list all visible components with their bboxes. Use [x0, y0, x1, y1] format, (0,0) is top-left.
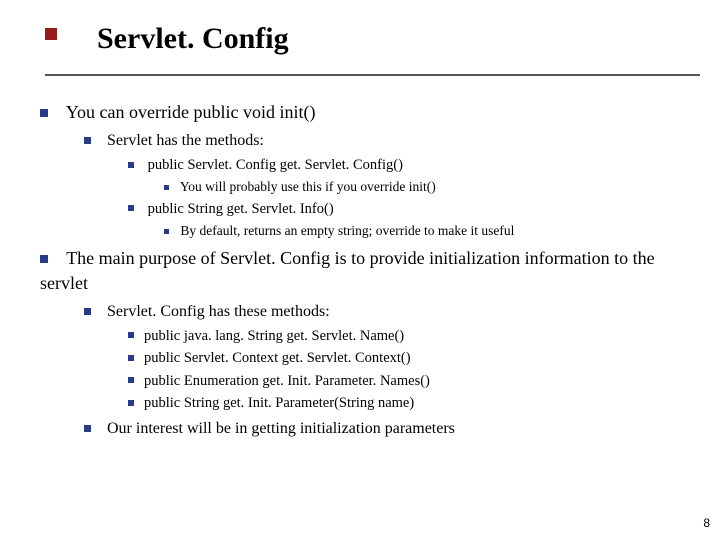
bullet-list-level2: Servlet has the methods: public Servlet.…: [40, 130, 690, 240]
text: The main purpose of: [66, 248, 220, 268]
text: has these methods:: [205, 303, 330, 320]
bullet-list-level4: By default, returns an empty string; ove…: [128, 222, 690, 240]
code-text: init(): [409, 179, 436, 194]
code-text: public String get. Init. Parameter(Strin…: [144, 395, 414, 411]
slide-title: Servlet. Config: [97, 22, 289, 55]
list-item: public Servlet. Config get. Servlet. Con…: [128, 156, 690, 197]
list-item: The main purpose of Servlet. Config is t…: [40, 246, 690, 439]
list-item: public Servlet. Context get. Servlet. Co…: [128, 349, 690, 369]
bullet-list-level3: public Servlet. Config get. Servlet. Con…: [84, 156, 690, 241]
list-item: public Enumeration get. Init. Parameter.…: [128, 372, 690, 392]
code-text: Servlet. Config: [220, 248, 330, 268]
code-text: public Servlet. Config get. Servlet. Con…: [148, 157, 403, 173]
slide-title-bar: Servlet. Config: [45, 22, 700, 76]
code-text: public void init(): [194, 102, 316, 122]
text: You will probably use this if you overri…: [180, 179, 409, 194]
code-text: public Servlet. Context get. Servlet. Co…: [144, 350, 411, 366]
text: Our interest will be in getting initiali…: [107, 420, 455, 437]
code-text: Servlet. Config: [107, 303, 205, 320]
code-text: public Enumeration get. Init. Parameter.…: [144, 373, 430, 389]
title-bullet-icon: [45, 28, 57, 40]
text: has the methods:: [152, 132, 264, 149]
list-item: public String get. Init. Parameter(Strin…: [128, 394, 690, 414]
bullet-list-level4: You will probably use this if you overri…: [128, 178, 690, 196]
text: By default, returns an empty string; ove…: [180, 223, 514, 238]
list-item: You will probably use this if you overri…: [164, 178, 690, 196]
slide-content: You can override public void init() Serv…: [40, 100, 690, 445]
list-item: public String get. Servlet. Info() By de…: [128, 200, 690, 241]
list-item: Our interest will be in getting initiali…: [84, 418, 690, 440]
code-text: Servlet: [107, 132, 152, 149]
list-item: You can override public void init() Serv…: [40, 100, 690, 240]
bullet-list-level2: Servlet. Config has these methods: publi…: [40, 301, 690, 439]
bullet-list-level3: public java. lang. String get. Servlet. …: [84, 327, 690, 414]
code-text: public String get. Servlet. Info(): [148, 201, 334, 217]
text: You can override: [66, 102, 194, 122]
list-item: public java. lang. String get. Servlet. …: [128, 327, 690, 347]
list-item: Servlet. Config has these methods: publi…: [84, 301, 690, 414]
page-number: 8: [703, 516, 710, 530]
list-item: Servlet has the methods: public Servlet.…: [84, 130, 690, 240]
bullet-list-level1: You can override public void init() Serv…: [40, 100, 690, 439]
list-item: By default, returns an empty string; ove…: [164, 222, 690, 240]
code-text: public java. lang. String get. Servlet. …: [144, 328, 404, 344]
